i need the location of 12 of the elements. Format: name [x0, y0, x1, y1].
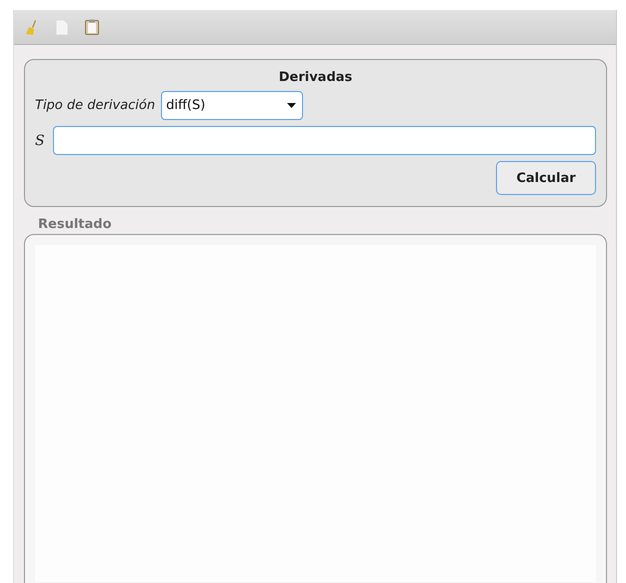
dropdown-caret-icon	[287, 103, 296, 108]
clipboard-icon	[85, 19, 99, 35]
calcular-button[interactable]: Calcular	[496, 161, 596, 195]
panel-title: Derivadas	[278, 70, 354, 85]
broom-icon	[26, 20, 38, 34]
s-label: S	[35, 132, 46, 148]
toolbar-button[interactable]	[84, 18, 100, 36]
type-label: Tipo de derivación	[35, 98, 156, 113]
result-label: Resultado	[38, 217, 112, 232]
s-input-field[interactable]	[53, 126, 596, 155]
type-dropdown[interactable]: diff(S)	[161, 91, 304, 120]
page-icon	[56, 20, 68, 34]
